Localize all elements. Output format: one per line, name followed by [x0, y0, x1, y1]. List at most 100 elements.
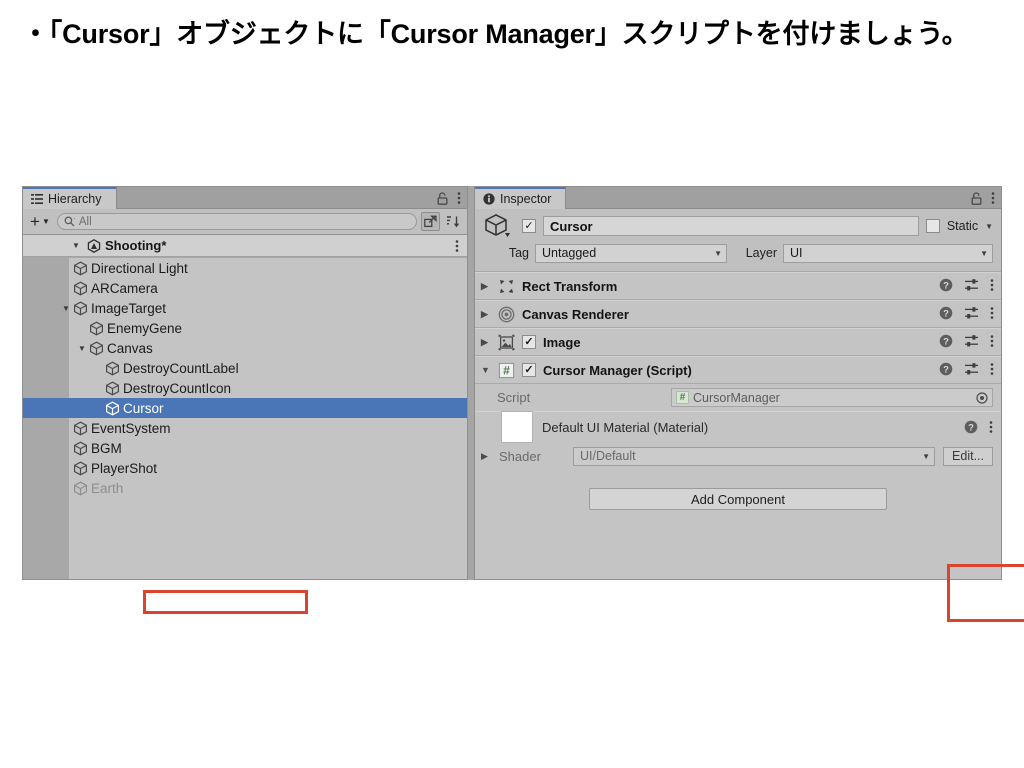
hierarchy-item-destroycountlabel[interactable]: DestroyCountLabel [23, 358, 467, 378]
annotation-box-cursor-manager [947, 564, 1024, 622]
shader-dropdown[interactable]: UI/Default ▼ [573, 446, 936, 466]
chevron-down-icon: ▼ [922, 451, 931, 461]
component-row-canvas-renderer[interactable]: ▶ Canvas Renderer? [475, 300, 1001, 328]
gameobject-cube-icon [483, 213, 511, 239]
annotation-box-cursor-hierarchy [143, 590, 308, 614]
material-foldout-arrow[interactable]: ▶ [481, 451, 491, 462]
component-row-rect-transform[interactable]: ▶ Rect Transform? [475, 272, 1001, 300]
csharp-badge-icon: # [676, 391, 689, 404]
gameobject-cube-icon [105, 401, 120, 416]
hierarchy-item-enemygene[interactable]: EnemyGene [23, 318, 467, 338]
svg-text:#: # [503, 363, 510, 377]
kebab-menu-icon[interactable] [990, 334, 994, 351]
gameobject-cube-icon [105, 361, 120, 376]
component-foldout-arrow[interactable]: ▶ [481, 309, 491, 320]
tab-inspector[interactable]: Inspector [475, 187, 567, 209]
gameobject-cube-icon [73, 301, 88, 316]
kebab-menu-icon[interactable] [990, 278, 994, 295]
component-row-cursor-manager-script-[interactable]: ▼ # ✓ Cursor Manager (Script)? [475, 356, 1001, 384]
preset-icon[interactable] [964, 306, 979, 323]
static-label: Static [946, 219, 979, 233]
hierarchy-item-label: EventSystem [91, 420, 171, 436]
object-name-field[interactable]: Cursor [543, 216, 919, 236]
hierarchy-tabstrip: Hierarchy [23, 187, 467, 209]
hierarchy-item-arcamera[interactable]: ARCamera [23, 278, 467, 298]
preset-icon[interactable] [964, 278, 979, 295]
hierarchy-item-bgm[interactable]: BGM [23, 438, 467, 458]
component-name-label: Cursor Manager (Script) [543, 362, 692, 378]
plus-icon: + [30, 212, 40, 231]
chevron-down-icon[interactable]: ▼ [985, 222, 993, 231]
hierarchy-item-label: Canvas [107, 340, 153, 356]
component-enabled-checkbox[interactable]: ✓ [522, 335, 536, 349]
static-checkbox[interactable] [925, 219, 940, 233]
help-icon[interactable]: ? [964, 420, 978, 434]
hierarchy-tree: Directional Light ARCamera ▼ ImageTarget Ene… [23, 258, 467, 579]
hierarchy-item-canvas[interactable]: ▼ Canvas [23, 338, 467, 358]
hierarchy-item-label: Earth [91, 480, 124, 496]
kebab-menu-icon[interactable] [455, 239, 459, 253]
tab-hierarchy[interactable]: Hierarchy [23, 187, 117, 209]
search-input-value: All [78, 215, 92, 228]
edit-shader-button[interactable]: Edit... [943, 446, 993, 466]
kebab-menu-icon[interactable] [989, 420, 993, 434]
component-foldout-arrow[interactable]: ▶ [481, 337, 491, 348]
kebab-menu-icon[interactable] [991, 191, 995, 205]
hierarchy-item-cursor[interactable]: Cursor [23, 398, 467, 418]
object-enabled-checkbox[interactable]: ✓ [522, 219, 536, 233]
lock-icon[interactable] [971, 191, 982, 205]
tree-foldout-arrow[interactable]: ▼ [75, 344, 89, 353]
chevron-down-icon: ▼ [714, 248, 722, 258]
component-foldout-arrow[interactable]: ▶ [481, 281, 491, 292]
svg-text:?: ? [943, 280, 949, 291]
script-object-field[interactable]: # CursorManager [671, 388, 993, 407]
hierarchy-panel: Hierarchy + ▼ All ▼ Shooting* Directiona… [22, 186, 468, 614]
tab-inspector-label: Inspector [500, 192, 552, 206]
material-block: Default UI Material (Material) ? ▶ Shade… [475, 411, 1001, 470]
lock-icon[interactable] [437, 191, 448, 205]
hierarchy-item-imagetarget[interactable]: ▼ ImageTarget [23, 298, 467, 318]
help-icon[interactable]: ? [939, 278, 953, 295]
hierarchy-item-destroycounticon[interactable]: DestroyCountIcon [23, 378, 467, 398]
kebab-menu-icon[interactable] [457, 191, 461, 205]
preset-icon[interactable] [964, 362, 979, 379]
kebab-menu-icon[interactable] [990, 362, 994, 379]
hierarchy-toolbar: + ▼ All [23, 209, 467, 235]
component-enabled-checkbox[interactable]: ✓ [522, 363, 536, 377]
help-icon[interactable]: ? [939, 306, 953, 323]
create-object-button[interactable]: + ▼ [27, 213, 53, 231]
layer-dropdown[interactable]: UI ▼ [783, 243, 993, 263]
gameobject-cube-icon [89, 341, 104, 356]
scene-name-label: Shooting* [105, 238, 167, 253]
hierarchy-item-eventsystem[interactable]: EventSystem [23, 418, 467, 438]
hierarchy-item-label: DestroyCountIcon [123, 380, 232, 396]
gameobject-cube-icon [73, 461, 88, 476]
hierarchy-item-directional-light[interactable]: Directional Light [23, 258, 467, 278]
tree-foldout-arrow[interactable]: ▼ [59, 304, 73, 313]
component-foldout-arrow[interactable]: ▼ [481, 365, 491, 375]
search-input[interactable]: All [56, 213, 417, 230]
hierarchy-item-label: DestroyCountLabel [123, 360, 239, 376]
preset-icon[interactable] [964, 334, 979, 351]
scene-foldout-arrow[interactable]: ▼ [69, 241, 83, 250]
tag-dropdown[interactable]: Untagged ▼ [535, 243, 727, 263]
hierarchy-item-playershot[interactable]: PlayerShot [23, 458, 467, 478]
object-picker-icon[interactable] [976, 391, 988, 404]
component-name-label: Canvas Renderer [522, 306, 629, 322]
help-icon[interactable]: ? [939, 334, 953, 351]
open-in-window-icon[interactable] [421, 212, 440, 231]
component-name-label: Rect Transform [522, 278, 618, 294]
tag-label: Tag [508, 246, 529, 260]
add-component-button[interactable]: Add Component [589, 488, 887, 510]
kebab-menu-icon[interactable] [990, 306, 994, 323]
script-property-label: Script [497, 390, 531, 405]
hierarchy-item-label: Cursor [123, 400, 164, 416]
sort-icon[interactable] [444, 212, 463, 231]
shader-label: Shader [499, 448, 541, 464]
hierarchy-item-earth[interactable]: Earth [23, 478, 467, 498]
help-icon[interactable]: ? [939, 362, 953, 379]
material-title: Default UI Material (Material) [542, 419, 709, 435]
component-row-image[interactable]: ▶ ✓ Image? [475, 328, 1001, 356]
rect-transform-icon [498, 278, 515, 295]
hierarchy-scene-row[interactable]: ▼ Shooting* [23, 235, 467, 257]
